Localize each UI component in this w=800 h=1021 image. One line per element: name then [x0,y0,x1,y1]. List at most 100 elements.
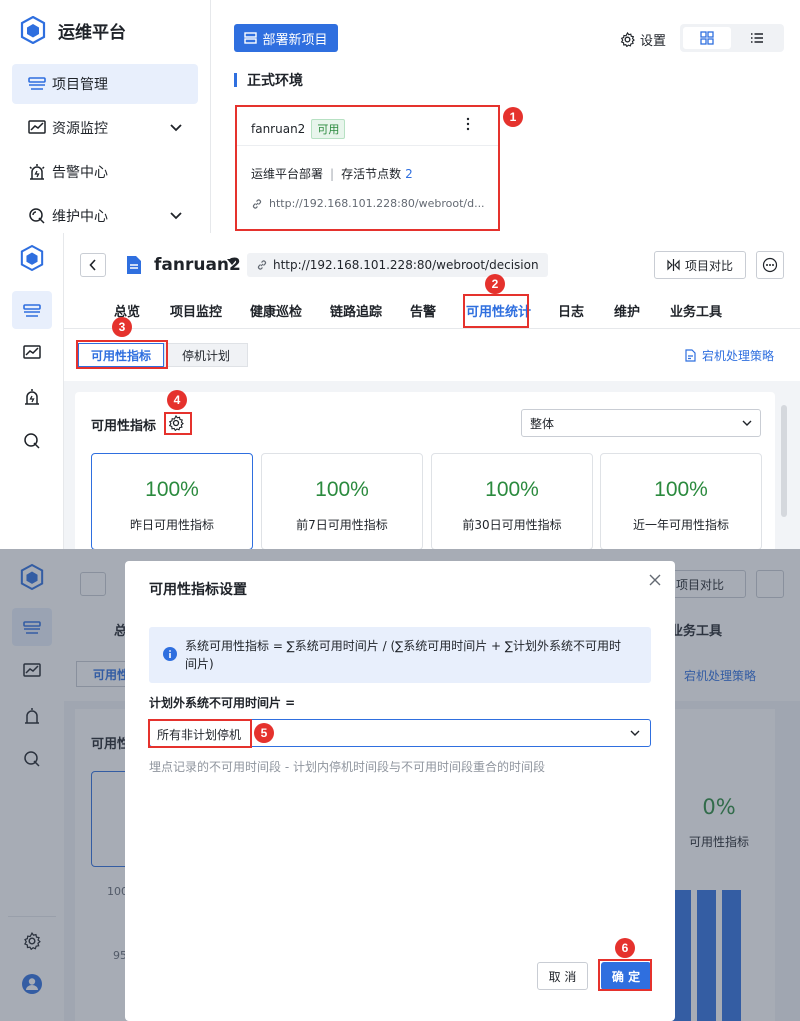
tab-health-check[interactable]: 健康巡检 [250,301,302,320]
app-logo: 运维平台 [20,16,126,44]
sidebar: 运维平台 项目管理 资源监控 告警中心 维护中心 [0,0,211,233]
scope-select[interactable]: 整体 [521,409,761,437]
caret-down-icon[interactable] [227,259,237,266]
section-heading: 正式环境 [234,70,303,90]
section-accent-bar [234,73,237,87]
chevron-down-icon [742,420,752,427]
settings-dialog-panel: 项目对比 总 业务工具 可用性 宕机处理策略 可用性 0% 可用性指标 100 … [0,549,800,1021]
scope-select-value: 整体 [530,416,555,431]
sidebar-item-maintenance-center[interactable]: 维护中心 [12,196,198,233]
close-icon[interactable] [649,574,661,586]
tab-project-monitor[interactable]: 项目监控 [170,301,222,320]
app-title: 运维平台 [58,22,126,43]
maintenance-icon[interactable] [20,429,44,453]
settings-button[interactable]: 设置 [620,30,666,49]
more-button[interactable] [756,251,784,279]
card-value: 100% [315,478,369,501]
compare-icon [667,259,680,271]
monitor-chart-icon[interactable] [20,341,44,365]
sidebar-item-project-management[interactable]: 项目管理 [12,64,198,104]
monitor-chart-icon [28,120,48,136]
cube-logo-icon [20,244,44,272]
deploy-button-label: 部署新项目 [262,32,328,48]
server-icon [244,31,258,45]
annotation-box-6 [598,959,652,991]
annotation-marker-2: 2 [485,274,505,294]
alarm-icon[interactable] [20,385,44,409]
info-icon [163,647,177,661]
compare-button-label: 项目对比 [684,258,733,273]
card-value: 100% [485,478,539,501]
grid-view-button[interactable] [683,27,731,49]
cancel-button[interactable]: 取 消 [537,962,588,990]
card-label: 前30日可用性指标 [462,518,562,532]
tab-maintenance[interactable]: 维护 [614,301,640,320]
downtime-policy-link[interactable]: 宕机处理策略 [684,347,774,364]
project-detail-panel: fanruan2 http://192.168.101.228:80/webro… [0,233,800,549]
cube-logo-icon [20,16,46,44]
link-icon [256,259,268,271]
compare-projects-button[interactable]: 项目对比 [654,251,746,279]
policy-link-label: 宕机处理策略 [702,349,775,363]
project-url-text: http://192.168.101.228:80/webroot/decisi… [273,258,539,272]
list-view-button[interactable] [733,27,781,49]
list-icon [750,32,764,44]
deploy-new-project-button[interactable]: 部署新项目 [234,24,338,52]
view-toggle [680,24,784,52]
more-circle-icon [762,257,778,273]
detail-header: fanruan2 http://192.168.101.228:80/webro… [64,233,800,329]
sidebar-item-resource-monitor[interactable]: 资源监控 [12,108,198,148]
section-title: 正式环境 [247,73,303,89]
tab-trace[interactable]: 链路追踪 [330,301,382,320]
icon-sidebar [0,233,64,549]
alarm-icon [28,163,48,181]
card-7-days[interactable]: 100% 前7日可用性指标 [261,453,423,549]
scrollbar[interactable] [781,405,787,517]
settings-label: 设置 [640,34,667,49]
sidebar-item-alert-center[interactable]: 告警中心 [12,152,198,192]
annotation-box-4 [164,412,192,435]
formula-info-box: 系统可用性指标 = ∑系统可用时间片 / (∑系统可用时间片 + ∑计划外系统不… [149,627,651,683]
annotation-box-3 [76,340,168,369]
chevron-down-icon [630,730,640,737]
annotation-marker-5: 5 [254,723,274,743]
availability-settings-dialog: 可用性指标设置 系统可用性指标 = ∑系统可用时间片 / (∑系统可用时间片 +… [125,561,675,1021]
card-label: 前7日可用性指标 [296,518,388,532]
annotation-marker-3: 3 [112,317,132,337]
document-icon [126,255,142,275]
edit-doc-icon [684,349,697,362]
maintenance-icon [28,207,48,225]
card-yesterday[interactable]: 100% 昨日可用性指标 [91,453,253,549]
field-label: 计划外系统不可用时间片 = [149,696,296,710]
chevron-down-icon [170,212,182,220]
layers-icon [20,299,44,323]
subtab-bar: 可用性指标 停机计划 宕机处理策略 [64,329,800,381]
card-label: 近一年可用性指标 [632,518,729,532]
formula-text: 系统可用性指标 = ∑系统可用时间片 / (∑系统可用时间片 + ∑计划外系统不… [185,639,621,671]
sidebar-item-label: 项目管理 [52,77,108,93]
sidebar-item-label: 维护中心 [52,209,108,225]
card-last-year[interactable]: 100% 近一年可用性指标 [600,453,762,549]
tab-business-tools[interactable]: 业务工具 [670,301,722,320]
subtab-downtime-plan[interactable]: 停机计划 [164,343,248,367]
gear-icon [620,32,635,47]
chevron-left-icon [89,259,97,271]
indicator-title: 可用性指标 [91,419,157,434]
annotation-box-5 [148,719,252,748]
tab-alerts[interactable]: 告警 [410,301,436,320]
layers-icon [28,76,48,92]
dialog-title: 可用性指标设置 [149,582,247,598]
tab-logs[interactable]: 日志 [558,301,584,320]
back-button[interactable] [80,253,106,277]
project-url-chip[interactable]: http://192.168.101.228:80/webroot/decisi… [247,253,548,277]
annotation-marker-4: 4 [167,390,187,410]
chevron-down-icon [170,124,182,132]
grid-icon [700,31,714,45]
annotation-box-1 [235,105,500,231]
annotation-box-2 [463,294,529,328]
card-label: 昨日可用性指标 [129,518,214,532]
sidebar-item-label: 资源监控 [52,121,108,137]
card-value: 100% [654,478,708,501]
card-30-days[interactable]: 100% 前30日可用性指标 [431,453,593,549]
annotation-marker-6: 6 [615,938,635,958]
